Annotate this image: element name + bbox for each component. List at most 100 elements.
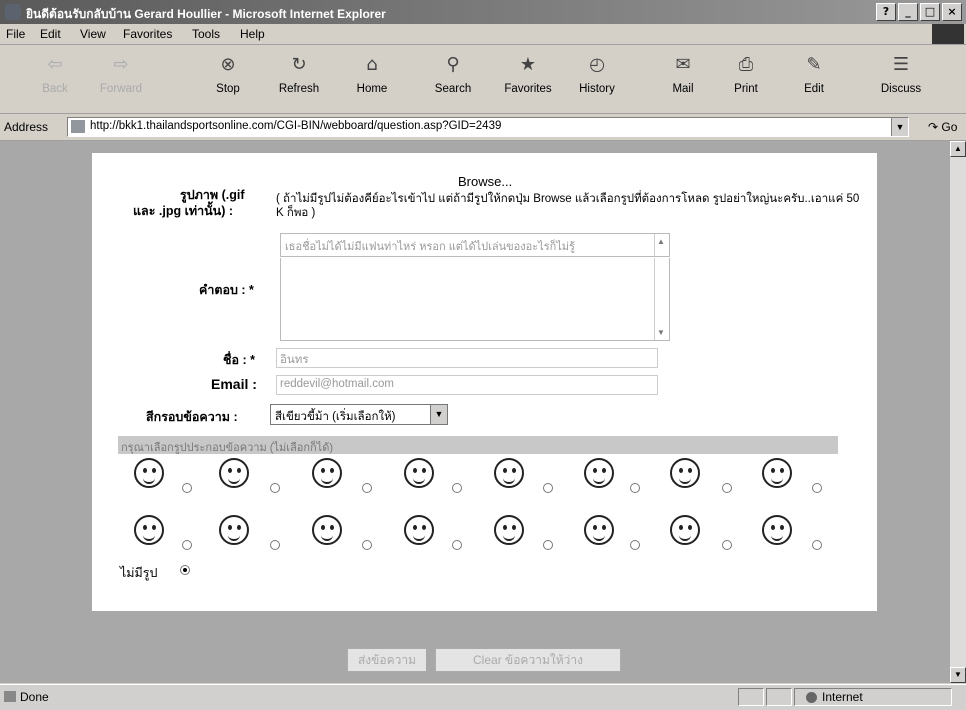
submit-button[interactable]: ส่งข้อความ [347,648,427,672]
avatar-radio[interactable] [812,483,822,493]
edit-button[interactable]: ✎ Edit [779,53,849,95]
no-picture-label: ไม่มีรูป [120,566,158,580]
print-button[interactable]: ⎙ Print [711,53,781,95]
status-zone-segment [794,688,952,706]
avatar-radio[interactable] [630,483,640,493]
menu-help[interactable]: Help [240,27,265,41]
refresh-button[interactable]: ↻ Refresh [264,53,334,95]
avatar-radio[interactable] [812,540,822,550]
forward-button[interactable]: ⇨ Forward [86,53,156,95]
frame-color-label: สีกรอบข้อความ : [146,410,238,424]
search-button[interactable]: ⚲ Search [418,53,488,95]
avatar-radio[interactable] [182,483,192,493]
browse-button[interactable]: Browse... [458,174,512,189]
back-button[interactable]: ⇦ Back [20,53,90,95]
mail-button[interactable]: ✉ Mail [648,53,718,95]
search-icon: ⚲ [446,54,460,75]
minimize-button[interactable]: _ [898,3,918,21]
textarea-scrollbar-lower[interactable]: ▼ [654,258,669,340]
clear-button[interactable]: Clear ข้อความให้ว่าง [435,648,621,672]
avatar-radio[interactable] [543,540,553,550]
refresh-label: Refresh [278,83,320,95]
favorites-button[interactable]: ★ Favorites [493,53,563,95]
address-input[interactable]: http://bkk1.thailandsportsonline.com/CGI… [67,117,909,137]
answer-textarea[interactable]: ▼ [280,258,670,341]
avatar-radio[interactable] [362,483,372,493]
window-title: ยินดีต้อนรับกลับบ้าน Gerard Houllier - M… [26,7,386,21]
forward-label: Forward [99,83,143,95]
toolbar: ⇦ Back ⇨ Forward ⊗ Stop ↻ Refresh ⌂ Home… [0,45,966,114]
no-picture-radio[interactable] [180,565,190,575]
close-button[interactable]: × [942,3,962,21]
answer-textarea-top[interactable]: เธอชื่อไม่ได้ไม่มีแฟนท่าไหร่ หรอก แต่ได้… [280,233,670,257]
page-content [0,141,950,683]
avatar-icon[interactable] [215,456,255,496]
mail-icon: ✉ [675,54,691,75]
avatar-icon[interactable] [130,456,170,496]
go-label: Go [941,120,958,134]
avatar-icon[interactable] [666,456,706,496]
avatar-icon[interactable] [400,456,440,496]
avatar-radio[interactable] [722,540,732,550]
avatar-radio[interactable] [452,540,462,550]
image-hint: ( ถ้าไม่มีรูปไม่ต้องคีย์อะไรเข้าไป แต่ถ้… [276,193,860,219]
avatar-icon[interactable] [490,513,530,553]
avatar-icon[interactable] [758,513,798,553]
chevron-down-icon[interactable]: ▼ [430,405,447,424]
page-scrollbar[interactable]: ▲ ▼ [950,141,966,683]
menu-favorites[interactable]: Favorites [123,27,172,41]
avatar-radio[interactable] [452,483,462,493]
discuss-button[interactable]: ☰ Discuss [866,53,936,95]
stop-button[interactable]: ⊗ Stop [193,53,263,95]
textarea-scrollbar[interactable]: ▲ [654,234,669,256]
name-label: ชื่อ : * [223,353,255,367]
maximize-button[interactable]: □ [920,3,940,21]
address-bar: Address http://bkk1.thailandsportsonline… [0,114,966,141]
discuss-label: Discuss [880,83,922,95]
avatar-radio[interactable] [630,540,640,550]
avatar-icon[interactable] [758,456,798,496]
avatar-radio[interactable] [362,540,372,550]
menu-edit[interactable]: Edit [40,27,61,41]
avatar-icon[interactable] [308,456,348,496]
avatar-radio[interactable] [270,483,280,493]
home-button[interactable]: ⌂ Home [337,53,407,95]
avatar-icon[interactable] [666,513,706,553]
discuss-icon: ☰ [892,54,910,75]
email-value: reddevil@hotmail.com [280,378,394,390]
avatar-icon[interactable] [130,513,170,553]
avatar-radio[interactable] [270,540,280,550]
back-label: Back [42,83,68,95]
menu-view[interactable]: View [80,27,106,41]
icon-select-bar: กรุณาเลือกรูปประกอบข้อความ (ไม่เลือกก็ได… [118,436,838,454]
avatar-icon[interactable] [215,513,255,553]
avatar-icon[interactable] [490,456,530,496]
address-dropdown-button[interactable]: ▼ [891,118,908,136]
print-label: Print [734,83,758,95]
history-button[interactable]: ◴ History [562,53,632,95]
avatar-icon[interactable] [400,513,440,553]
avatar-radio[interactable] [722,483,732,493]
name-input[interactable]: อินทร [276,348,658,368]
scroll-up-icon[interactable]: ▲ [950,141,966,157]
favorites-icon: ★ [519,54,537,75]
status-segment [766,688,792,706]
avatar-icon[interactable] [580,513,620,553]
ie-logo-icon [5,4,21,20]
image-label-line2: และ .jpg เท่านั้น) : [133,204,234,218]
favorites-label: Favorites [504,83,552,95]
help-button[interactable]: ? [876,3,896,21]
mail-label: Mail [672,83,694,95]
frame-color-select[interactable]: สีเขียวขี้ม้า (เริ่มเลือกให้) ▼ [270,404,448,425]
menu-file[interactable]: File [6,27,25,41]
go-button[interactable]: ↷ Go [928,120,957,134]
menu-tools[interactable]: Tools [192,27,220,41]
avatar-radio[interactable] [543,483,553,493]
email-input[interactable]: reddevil@hotmail.com [276,375,658,395]
avatar-icon[interactable] [308,513,348,553]
scroll-down-icon[interactable]: ▼ [950,667,966,683]
email-label: Email : [211,376,257,392]
address-url[interactable]: http://bkk1.thailandsportsonline.com/CGI… [90,120,501,132]
avatar-radio[interactable] [182,540,192,550]
avatar-icon[interactable] [580,456,620,496]
